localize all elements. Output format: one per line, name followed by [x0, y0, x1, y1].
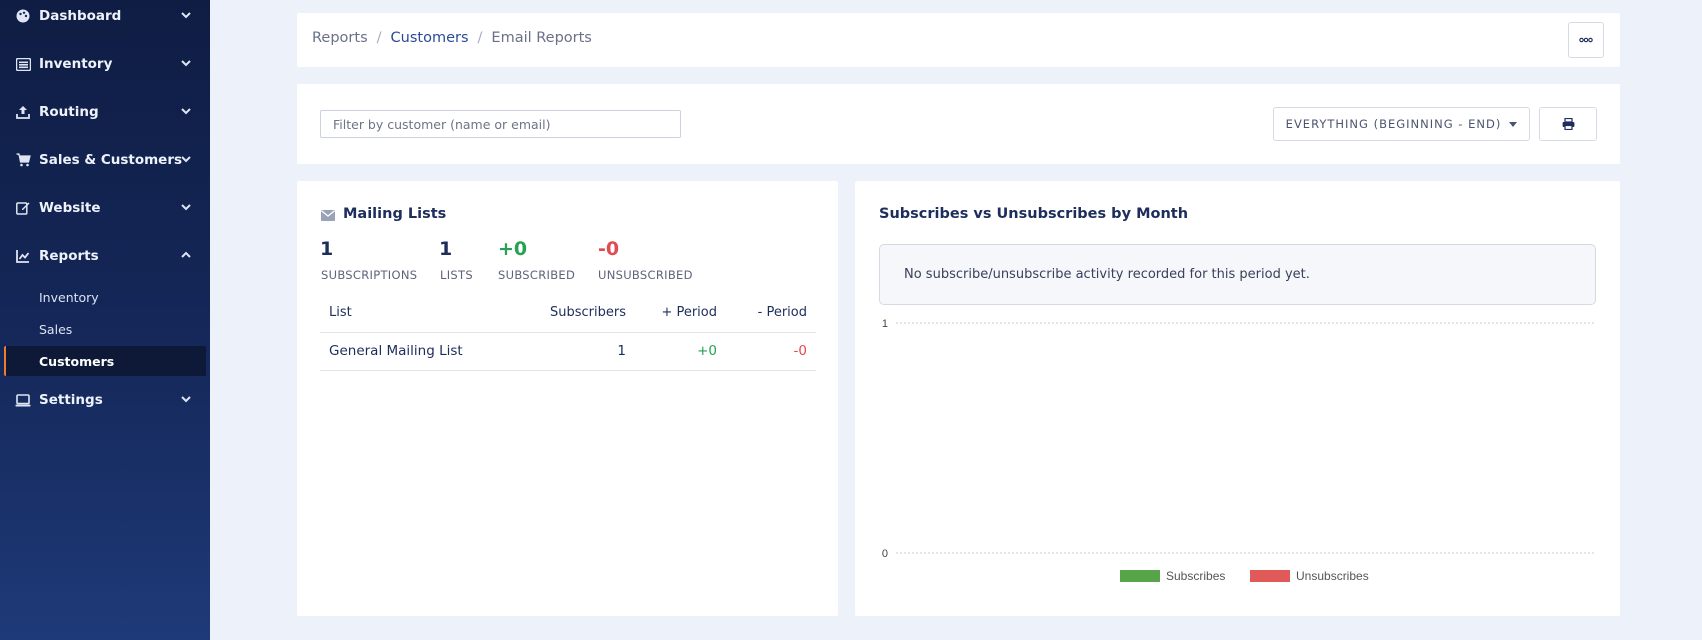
- subscribed-label: SUBSCRIBED: [498, 268, 576, 282]
- legend-swatch-unsubscribes: [1250, 570, 1290, 582]
- y-tick-label: 0: [882, 548, 888, 560]
- printer-icon: [1562, 118, 1574, 130]
- row-minus-period: -0: [793, 343, 807, 359]
- sidebar-item-label: Website: [39, 200, 101, 216]
- sidebar-item-website[interactable]: Website: [0, 188, 210, 228]
- chevron-up-icon: [181, 251, 191, 258]
- chevron-down-icon: [181, 204, 191, 211]
- cart-icon: [15, 152, 31, 168]
- breadcrumb-separator: /: [477, 30, 483, 46]
- subscribed-value: +0: [498, 238, 528, 260]
- breadcrumb-current: Email Reports: [491, 30, 592, 46]
- sidebar-item-label: Dashboard: [39, 8, 122, 24]
- breadcrumb-customers[interactable]: Customers: [391, 30, 469, 46]
- sidebar-subitem-sales[interactable]: Sales: [0, 314, 206, 344]
- chevron-down-icon: [181, 156, 191, 163]
- upload-icon: [15, 104, 31, 120]
- sidebar-item-label: Sales & Customers: [39, 152, 183, 168]
- row-plus-period: +0: [697, 343, 717, 359]
- sidebar-item-routing[interactable]: Routing: [0, 92, 210, 132]
- legend-label-subscribes: Subscribes: [1166, 569, 1225, 583]
- table-header-list: List: [329, 305, 352, 320]
- date-range-label: EVERYTHING (BEGINNING - END): [1285, 117, 1502, 131]
- print-button[interactable]: [1539, 107, 1597, 141]
- table-header-subscribers: Subscribers: [550, 305, 626, 320]
- customer-filter-input[interactable]: [320, 110, 681, 138]
- sidebar-item-settings[interactable]: Settings: [0, 380, 210, 420]
- edit-icon: [15, 200, 31, 216]
- subscriptions-label: SUBSCRIPTIONS: [321, 268, 418, 282]
- sidebar-item-dashboard[interactable]: Dashboard: [0, 0, 210, 36]
- caret-down-icon: [1509, 121, 1518, 127]
- sidebar-item-reports[interactable]: Reports: [0, 236, 210, 276]
- breadcrumb-separator: /: [376, 30, 382, 46]
- palette-icon: [15, 8, 31, 24]
- y-tick-label: 1: [882, 318, 888, 330]
- subscriptions-value: 1: [320, 238, 334, 260]
- mailing-lists-card: [297, 181, 838, 616]
- breadcrumb-reports[interactable]: Reports: [312, 30, 368, 46]
- sidebar-item-label: Reports: [39, 248, 99, 264]
- sidebar-item-inventory[interactable]: Inventory: [0, 44, 210, 84]
- mailing-lists-title: Mailing Lists: [343, 206, 447, 222]
- sidebar: Dashboard Inventory Routing Sales & Cust…: [0, 0, 210, 640]
- row-list-name[interactable]: General Mailing List: [329, 343, 463, 359]
- unsubscribed-value: -0: [598, 238, 620, 260]
- date-range-dropdown[interactable]: EVERYTHING (BEGINNING - END): [1273, 107, 1530, 141]
- sidebar-item-label: Settings: [39, 392, 103, 408]
- sidebar-item-label: Routing: [39, 104, 99, 120]
- breadcrumb: Reports / Customers / Email Reports: [312, 30, 592, 46]
- legend-swatch-subscribes: [1120, 570, 1160, 582]
- table-divider: [320, 332, 816, 333]
- lists-value: 1: [439, 238, 453, 260]
- sidebar-item-sales-customers[interactable]: Sales & Customers: [0, 140, 210, 180]
- chevron-down-icon: [181, 60, 191, 67]
- sidebar-subitem-customers[interactable]: Customers: [4, 346, 206, 376]
- chevron-down-icon: [181, 108, 191, 115]
- laptop-icon: [15, 392, 31, 408]
- envelope-icon: [321, 210, 335, 221]
- chevron-down-icon: [181, 396, 191, 403]
- notice-text: No subscribe/unsubscribe activity record…: [904, 267, 1310, 282]
- sidebar-item-label: Inventory: [39, 56, 113, 72]
- ellipsis-icon: [1579, 37, 1593, 43]
- more-options-button[interactable]: [1568, 22, 1604, 58]
- sidebar-subitem-inventory[interactable]: Inventory: [0, 282, 206, 312]
- table-header-minus-period: - Period: [757, 305, 807, 320]
- legend-label-unsubscribes: Unsubscribes: [1296, 569, 1369, 583]
- list-icon: [15, 56, 31, 72]
- table-header-plus-period: + Period: [661, 305, 717, 320]
- table-divider: [320, 370, 816, 371]
- unsubscribed-label: UNSUBSCRIBED: [598, 268, 693, 282]
- empty-activity-notice: No subscribe/unsubscribe activity record…: [879, 244, 1596, 305]
- chart-title: Subscribes vs Unsubscribes by Month: [879, 206, 1189, 222]
- lists-label: LISTS: [440, 268, 473, 282]
- row-subscribers: 1: [617, 343, 626, 359]
- chevron-down-icon: [181, 12, 191, 19]
- subscribes-chart: 0 1 Subscribes Unsubscribes: [882, 318, 1596, 583]
- chart-icon: [15, 248, 31, 264]
